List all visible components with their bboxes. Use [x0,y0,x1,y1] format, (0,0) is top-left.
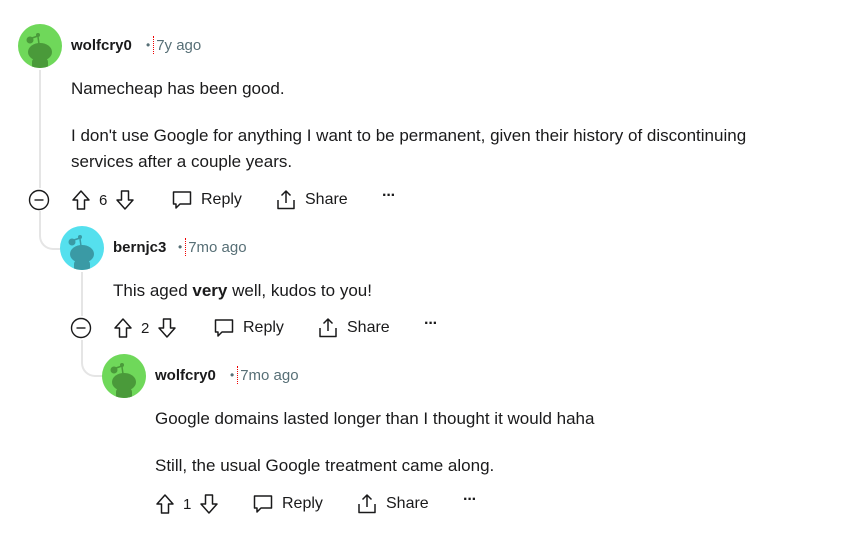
vote-group: 1 [155,493,219,515]
share-icon [277,190,295,210]
comment-timestamp[interactable]: 7mo ago [188,239,246,256]
more-options-button[interactable]: ··· [382,187,396,205]
comment-author[interactable]: wolfcry0 [71,37,132,54]
comment-meta: • 7mo ago [178,238,247,256]
thread-line [81,272,83,316]
share-button[interactable]: Share [317,317,390,339]
comment-body-paragraph: Namecheap has been good. [71,79,285,98]
vote-group: 6 [71,189,135,211]
body-text: This aged [113,281,193,300]
comment-body-paragraph: I don't use Google for anything I want t… [71,126,747,145]
comment-author[interactable]: wolfcry0 [155,367,216,384]
thread-line [39,70,41,188]
share-icon [319,318,337,338]
comment-bubble-icon [214,319,234,337]
more-options-button[interactable]: ··· [424,315,438,333]
reply-label: Reply [282,495,323,512]
cursor-marker [237,366,239,384]
separator-dot: • [146,38,151,52]
downvote-icon[interactable] [157,317,177,339]
comment-bubble-icon [253,495,273,513]
snoo-avatar-icon [102,354,146,398]
share-label: Share [305,191,348,208]
more-options-icon: ··· [424,315,438,332]
body-text-bold: very [192,281,228,300]
more-options-icon: ··· [463,491,477,508]
share-button[interactable]: Share [275,189,348,211]
vote-count: 6 [99,191,108,209]
avatar[interactable] [18,24,62,68]
separator-dot: • [178,240,183,254]
comment-body-paragraph: Google domains lasted longer than I thou… [155,409,595,428]
reply-label: Reply [201,191,242,208]
reply-label: Reply [243,319,284,336]
comment-bubble-icon [172,191,192,209]
body-text: well, kudos to you! [227,281,372,300]
separator-dot: • [230,368,235,382]
vote-count: 2 [141,319,150,337]
comment-meta: • 7y ago [146,36,201,54]
share-label: Share [347,319,390,336]
share-icon [358,494,376,514]
snoo-avatar-icon [60,226,104,270]
upvote-icon[interactable] [155,493,175,515]
vote-count: 1 [183,495,192,513]
comment-timestamp[interactable]: 7mo ago [240,367,298,384]
cursor-marker [153,36,155,54]
reply-button[interactable]: Reply [213,317,284,339]
cursor-marker [185,238,187,256]
avatar[interactable] [102,354,146,398]
more-options-button[interactable]: ··· [463,491,477,509]
reply-button[interactable]: Reply [252,493,323,515]
collapse-thread-icon[interactable] [70,317,92,339]
upvote-icon[interactable] [113,317,133,339]
snoo-avatar-icon [18,24,62,68]
avatar[interactable] [60,226,104,270]
reply-button[interactable]: Reply [171,189,242,211]
collapse-thread-icon[interactable] [28,189,50,211]
upvote-icon[interactable] [71,189,91,211]
comment-body-paragraph: Still, the usual Google treatment came a… [155,456,495,475]
downvote-icon[interactable] [115,189,135,211]
share-label: Share [386,495,429,512]
comment-body: This aged very well, kudos to you! [113,278,372,304]
comment-meta: • 7mo ago [230,366,299,384]
comment-body-paragraph: services after a couple years. [71,152,293,171]
share-button[interactable]: Share [356,493,429,515]
comment-timestamp[interactable]: 7y ago [156,37,201,54]
vote-group: 2 [113,317,177,339]
more-options-icon: ··· [382,187,396,204]
downvote-icon[interactable] [199,493,219,515]
comment-author[interactable]: bernjc3 [113,239,166,256]
